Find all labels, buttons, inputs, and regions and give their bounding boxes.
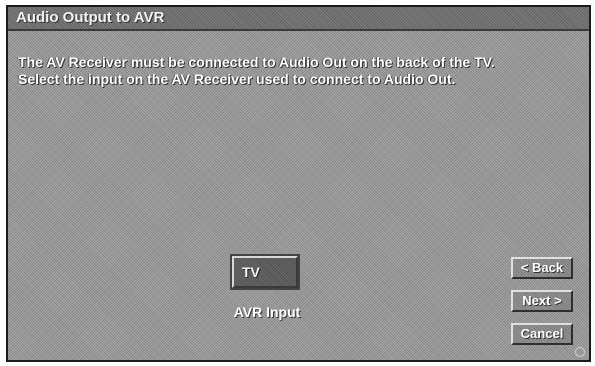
avr-input-value: TV: [242, 264, 260, 280]
back-button[interactable]: < Back: [511, 257, 573, 279]
setup-dialog: Audio Output to AVR The AV Receiver must…: [6, 5, 591, 362]
title-bar: Audio Output to AVR: [8, 7, 589, 31]
instruction-line: The AV Receiver must be connected to Aud…: [18, 54, 495, 70]
avr-input-label: AVR Input: [233, 304, 301, 320]
cancel-button[interactable]: Cancel: [511, 323, 573, 345]
instructions: The AV Receiver must be connected to Aud…: [18, 54, 583, 88]
next-button[interactable]: Next >: [511, 290, 573, 312]
avr-input-selector[interactable]: TV: [230, 254, 300, 290]
dialog-title: Audio Output to AVR: [16, 9, 165, 26]
corner-circle-icon: [575, 347, 585, 357]
instruction-line: Select the input on the AV Receiver used…: [18, 71, 456, 87]
